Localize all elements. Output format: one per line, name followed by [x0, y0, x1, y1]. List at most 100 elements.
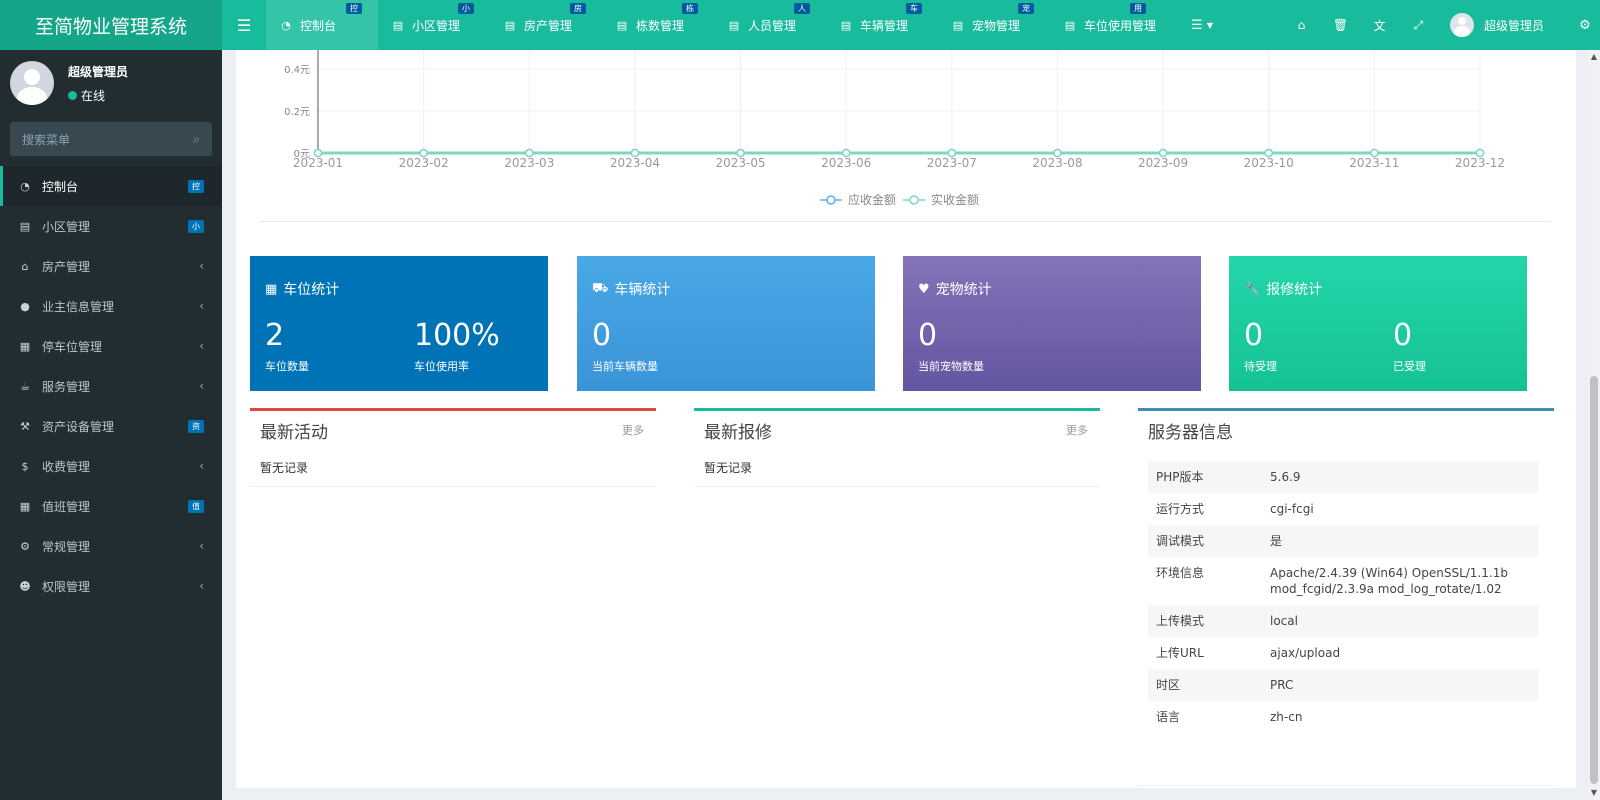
table-key: 上传URL [1156, 646, 1204, 660]
stat-label: 待受理 [1244, 360, 1277, 373]
more-tabs-dropdown[interactable]: ☰ ▼ [1162, 0, 1242, 50]
table-value: cgi-fcgi [1270, 502, 1314, 516]
sidebar-item-general[interactable]: ⚙ 常规管理 ‹ [0, 526, 222, 566]
calendar-icon: ▦ [19, 499, 31, 513]
list-icon: ▤ [952, 18, 964, 32]
y-tick-label: 0.2元 [284, 107, 310, 118]
chevron-left-icon: ‹ [199, 379, 204, 393]
tab-personnel[interactable]: ▤ 人员管理 人 [714, 0, 826, 50]
stat-title: ⛟ 车辆统计 [592, 279, 670, 299]
top-right-tools: ⌂ 🗑 文 ⤢ 超级管理员 ⚙ [1282, 0, 1600, 50]
table-value: 是 [1270, 534, 1283, 548]
home-icon[interactable]: ⌂ [1282, 18, 1321, 32]
sidebar-user-panel: 超级管理员 在线 [0, 50, 222, 116]
data-point [419, 148, 428, 158]
sidebar-menu: ◔ 控制台 控 ▤ 小区管理 小 ⌂ 房产管理 ‹ ● 业主信息管理 ‹ ▦ 停… [0, 166, 222, 606]
language-icon[interactable]: 文 [1360, 17, 1399, 34]
sidebar-item-community[interactable]: ▤ 小区管理 小 [0, 206, 222, 246]
stat-title: ▦ 车位统计 [265, 279, 339, 299]
sidebar-item-parking[interactable]: ▦ 停车位管理 ‹ [0, 326, 222, 366]
sidebar-item-assets[interactable]: ⚒ 资产设备管理 资 [0, 406, 222, 446]
more-link[interactable]: 更多 [622, 422, 644, 438]
table-value: ajax/upload [1270, 646, 1341, 660]
table-key: PHP版本 [1156, 470, 1204, 484]
tab-building[interactable]: ▤ 栋数管理 栋 [602, 0, 714, 50]
panel-header: 最新报修 更多 [694, 411, 1100, 449]
sidebar-item-label: 小区管理 [42, 219, 91, 234]
scrollbar-thumb[interactable] [1590, 376, 1598, 784]
tab-badge: 房 [570, 3, 586, 14]
data-point [1053, 148, 1062, 158]
top-navbar: 至简物业管理系统 ☰ ◔ 控制台 控 ▤ 小区管理 小 ▤ 房产管理 房 ▤ 栋… [0, 0, 1600, 50]
sidebar-item-service[interactable]: ☕ 服务管理 ‹ [0, 366, 222, 406]
x-tick-label: 2023-03 [504, 156, 554, 170]
tab-dashboard[interactable]: ◔ 控制台 控 [266, 0, 378, 50]
table-row: 上传URL ajax/upload [1148, 637, 1538, 669]
tab-label: 控制台 [300, 18, 337, 33]
latest-activity-panel: 最新活动 更多 暂无记录 [250, 408, 656, 487]
sidebar: 超级管理员 在线 搜索菜单 ⌕ ◔ 控制台 控 ▤ 小区管理 小 ⌂ 房产管理 … [0, 50, 222, 800]
legend-marker [826, 195, 836, 205]
stat-label: 当前车辆数量 [592, 360, 658, 373]
data-point [1370, 148, 1379, 158]
sidebar-item-duty[interactable]: ▦ 值班管理 值 [0, 486, 222, 526]
sidebar-item-fees[interactable]: $ 收费管理 ‹ [0, 446, 222, 486]
tab-label: 小区管理 [412, 18, 461, 33]
home-icon: ⌂ [21, 259, 29, 273]
user-menu[interactable]: 超级管理员 [1449, 13, 1544, 37]
sidebar-item-permissions[interactable]: ☻ 权限管理 ‹ [0, 566, 222, 606]
tab-label: 人员管理 [748, 18, 797, 33]
user-name: 超级管理员 [1483, 18, 1544, 33]
sidebar-toggle-icon[interactable]: ☰ [222, 0, 266, 50]
user-icon: ● [20, 299, 30, 313]
dashboard-icon: ◔ [20, 179, 30, 193]
table-key: 环境信息 [1156, 566, 1205, 580]
tab-property[interactable]: ▤ 房产管理 房 [490, 0, 602, 50]
search-placeholder: 搜索菜单 [22, 132, 71, 147]
sidebar-item-label: 停车位管理 [42, 339, 103, 354]
list-icon: ▤ [392, 18, 404, 32]
data-point [1475, 148, 1485, 158]
repair-stat-box: 🔧 报修统计 0 待受理 0 已受理 [1229, 256, 1527, 391]
table-row: 环境信息 Apache/2.4.39 (Win64) OpenSSL/1.1.1b… [1148, 557, 1538, 605]
stat-value: 2 [265, 318, 285, 353]
avatar [10, 61, 54, 105]
table-key: 时区 [1156, 678, 1181, 692]
tab-community[interactable]: ▤ 小区管理 小 [378, 0, 490, 50]
sidebar-item-label: 值班管理 [42, 499, 91, 514]
data-point [630, 148, 640, 158]
scroll-up-icon[interactable]: ▲ [1589, 52, 1599, 62]
chevron-left-icon: ‹ [199, 539, 204, 553]
sidebar-item-owner[interactable]: ● 业主信息管理 ‹ [0, 286, 222, 326]
sidebar-item-dashboard[interactable]: ◔ 控制台 控 [0, 166, 222, 206]
tab-pet[interactable]: ▤ 宠物管理 宠 [938, 0, 1050, 50]
x-tick-label: 2023-02 [399, 156, 449, 170]
list-icon: ▤ [19, 219, 31, 233]
scroll-down-icon[interactable]: ▼ [1589, 788, 1599, 798]
fullscreen-icon[interactable]: ⤢ [1399, 18, 1438, 33]
sidebar-badge: 资 [188, 419, 204, 433]
page-scrollbar[interactable]: ▲ ▼ [1588, 50, 1600, 800]
search-icon[interactable]: ⌕ [193, 132, 200, 147]
table-row: 运行方式 cgi-fcgi [1148, 493, 1538, 525]
sidebar-item-property[interactable]: ⌂ 房产管理 ‹ [0, 246, 222, 286]
vehicle-stat-box: ⛟ 车辆统计 0 当前车辆数量 [577, 256, 875, 391]
menu-search-input[interactable]: 搜索菜单 ⌕ [10, 122, 212, 156]
sidebar-item-label: 控制台 [42, 179, 79, 194]
stat-title-label: 车辆统计 [614, 282, 671, 298]
gears-icon[interactable]: ⚙ [1570, 18, 1600, 33]
panel-header: 服务器信息 [1138, 411, 1554, 449]
data-point [525, 148, 534, 158]
data-point [947, 148, 957, 158]
tab-vehicle[interactable]: ▤ 车辆管理 车 [826, 0, 938, 50]
table-key: 调试模式 [1156, 534, 1205, 548]
more-link[interactable]: 更多 [1066, 422, 1088, 438]
table-row: PHP版本 5.6.9 [1148, 461, 1538, 493]
tab-parking-usage[interactable]: ▤ 车位使用管理 用 [1050, 0, 1162, 50]
bars-icon: ☰ [1191, 17, 1203, 33]
panel-title: 服务器信息 [1148, 422, 1233, 443]
panel-header: 最新活动 更多 [250, 411, 656, 449]
trash-icon[interactable]: 🗑 [1321, 18, 1360, 32]
app-logo-title[interactable]: 至简物业管理系统 [0, 0, 222, 50]
panel-title: 最新报修 [704, 422, 772, 443]
